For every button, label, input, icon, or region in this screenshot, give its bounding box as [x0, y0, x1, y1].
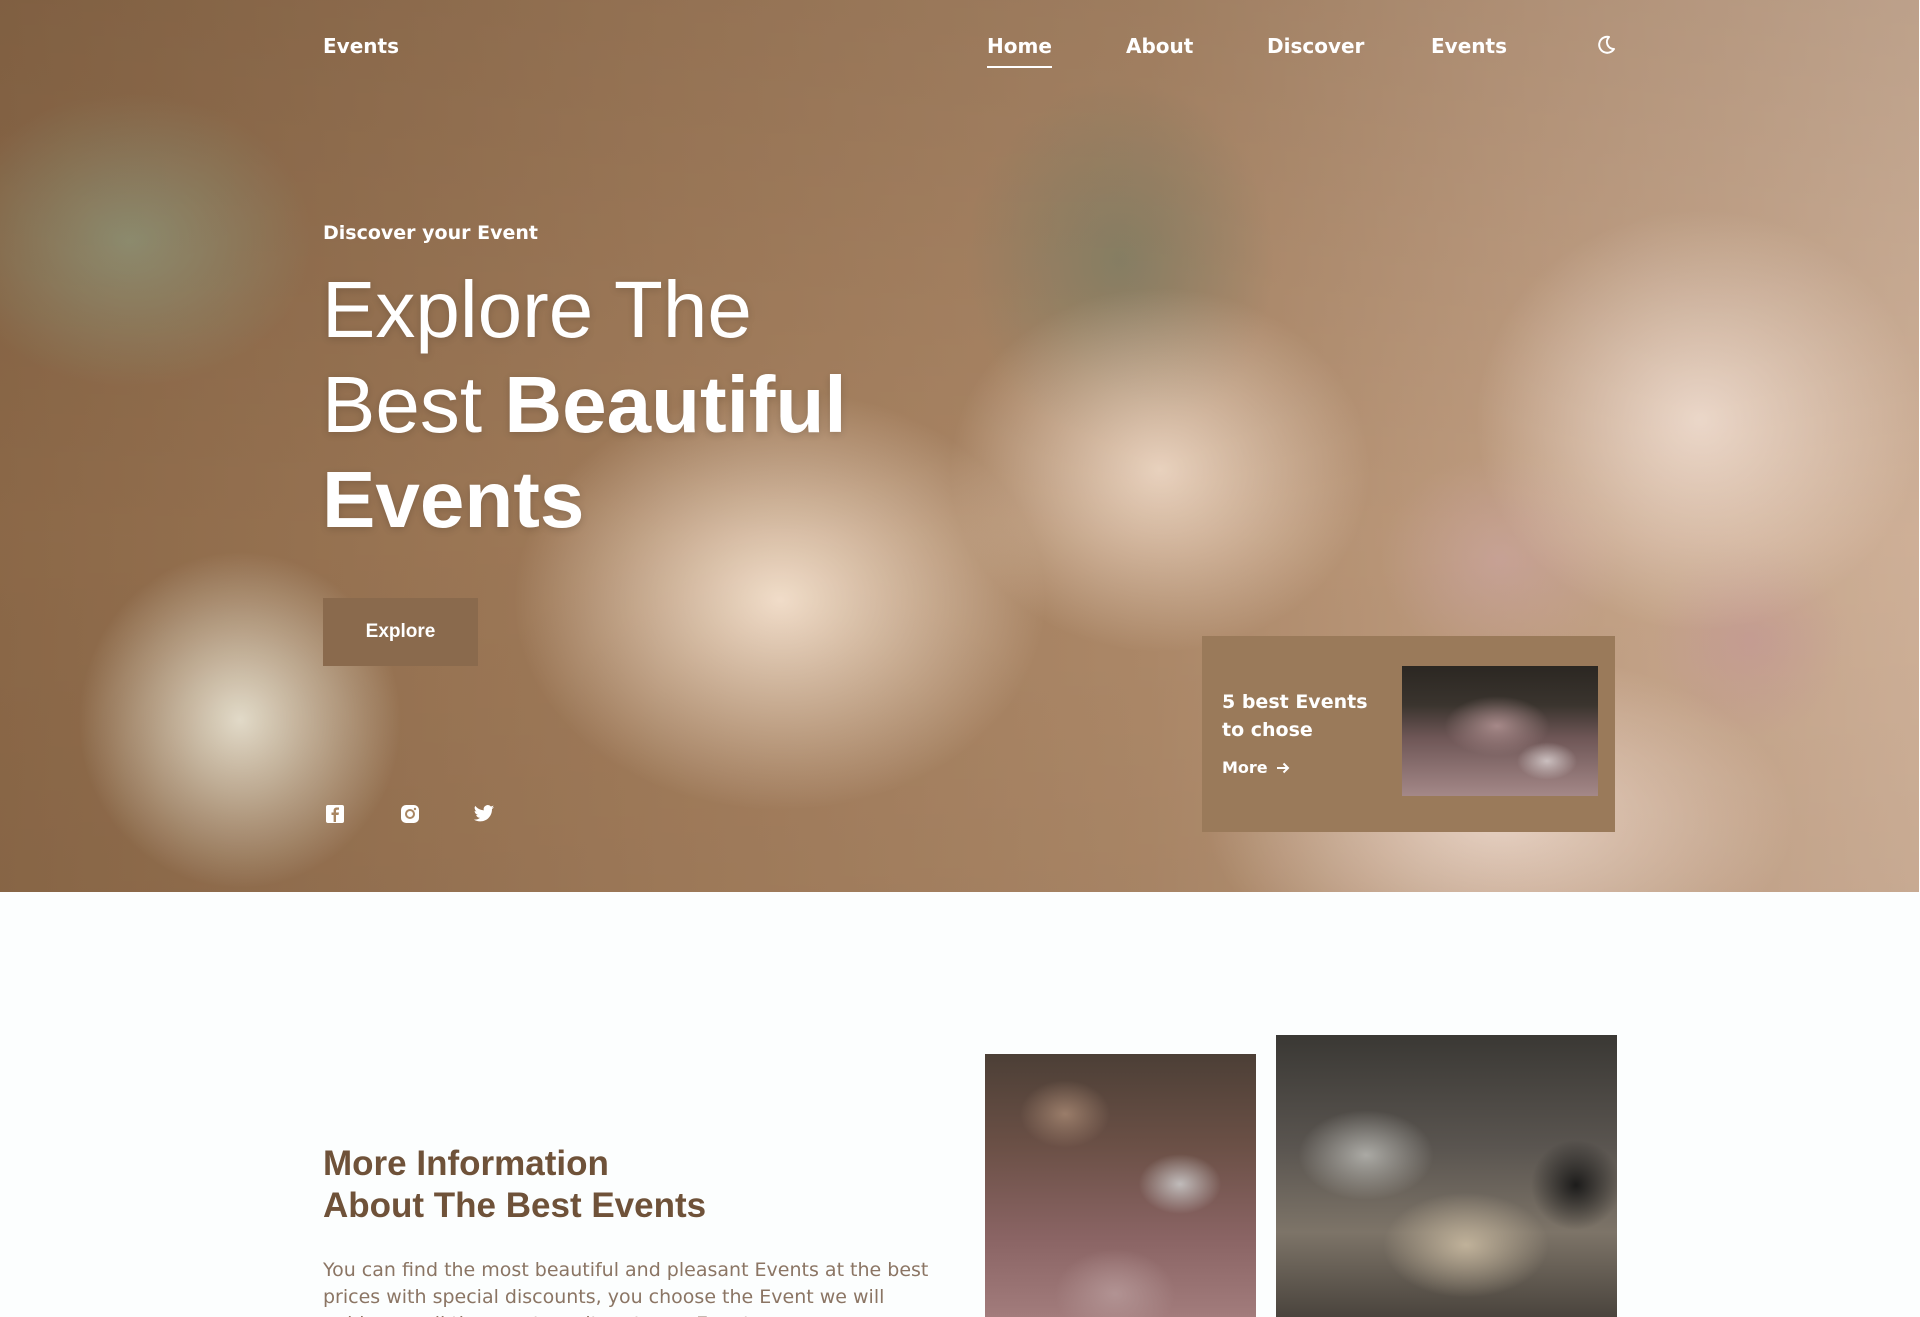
- moon-icon[interactable]: [1594, 33, 1618, 57]
- info-paragraph: You can find the most beautiful and plea…: [323, 1259, 929, 1317]
- nav-home[interactable]: Home: [987, 34, 1052, 68]
- hero-title-bold: Beautiful: [504, 360, 847, 449]
- card-more-label: More: [1222, 758, 1268, 777]
- hero-title-line1: Explore The: [322, 265, 752, 354]
- hero-section: Events Home About Discover Events Discov…: [0, 0, 1919, 892]
- hero-title-light: Best: [322, 360, 505, 449]
- instagram-icon[interactable]: [399, 803, 421, 825]
- info-title: More Information About The Best Events: [323, 1143, 843, 1227]
- explore-button[interactable]: Explore: [323, 598, 478, 666]
- card-more-link[interactable]: More: [1222, 758, 1290, 777]
- card-title: 5 best Events to chose: [1222, 691, 1368, 741]
- featured-card[interactable]: 5 best Events to chose More: [1202, 636, 1615, 832]
- nav-about[interactable]: About: [1126, 34, 1193, 58]
- card-image: [1402, 666, 1598, 796]
- main-nav: Home About Discover Events: [0, 0, 1919, 80]
- hero-title: Explore The Best Beautiful Events: [322, 262, 942, 547]
- nav-events[interactable]: Events: [1431, 34, 1507, 58]
- info-title-line2: About The Best Events: [323, 1186, 707, 1225]
- info-title-line1: More Information: [323, 1144, 609, 1183]
- hero-eyebrow: Discover your Event: [323, 222, 538, 244]
- hero-title-line3: Events: [322, 455, 585, 544]
- arrow-right-icon: [1276, 762, 1290, 773]
- twitter-icon[interactable]: [473, 803, 495, 825]
- facebook-icon[interactable]: [324, 803, 346, 825]
- event-table-photo-2: [1276, 1035, 1617, 1317]
- event-table-photo-1: [985, 1054, 1256, 1317]
- nav-discover[interactable]: Discover: [1267, 34, 1364, 58]
